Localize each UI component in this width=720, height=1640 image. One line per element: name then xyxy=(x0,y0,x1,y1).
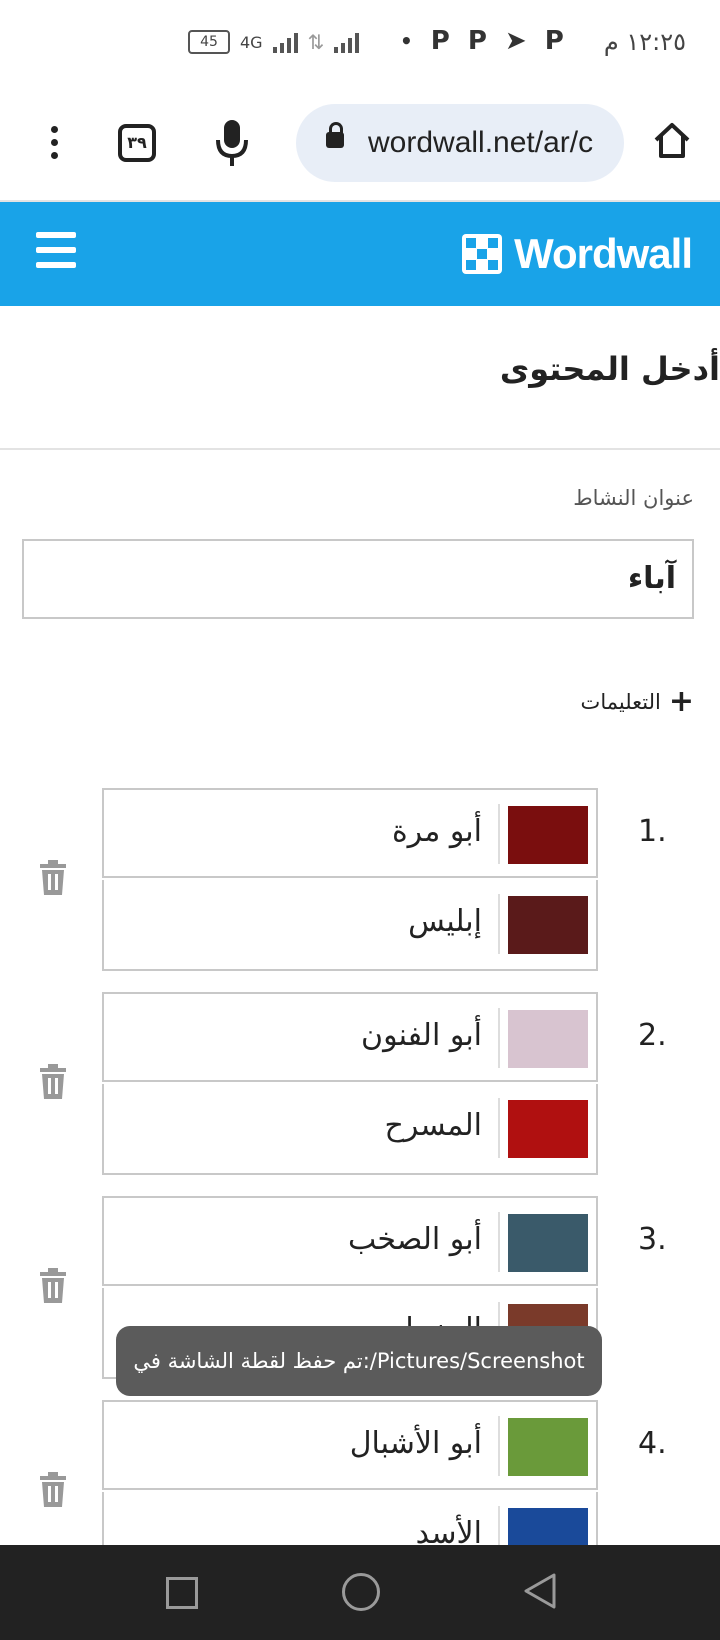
screenshot-toast: تم حفظ لقطة الشاشة في:/Pictures/Screensh… xyxy=(116,1326,602,1396)
item-number: 1. xyxy=(638,814,667,849)
url-text: wordwall.net/ar/c xyxy=(368,126,594,159)
wordwall-logo[interactable]: Wordwall xyxy=(462,230,693,278)
instructions-label: التعليمات xyxy=(580,689,661,714)
match-image[interactable] xyxy=(508,896,588,954)
keyword-image[interactable] xyxy=(508,1010,588,1068)
keyword-text: أبو الأشبال xyxy=(349,1426,482,1461)
keyword-field[interactable]: أبو الفنون xyxy=(102,992,598,1082)
telegram-icon: ➤ xyxy=(504,26,527,56)
back-button[interactable] xyxy=(522,1571,558,1611)
signal-icon-2 xyxy=(334,31,360,53)
data-arrows-icon: ⇅ xyxy=(307,30,325,54)
system-nav-bar xyxy=(0,1545,720,1640)
hamburger-menu-icon[interactable] xyxy=(36,232,76,272)
p-app-icon: P xyxy=(544,26,564,56)
page-title: أدخل المحتوى xyxy=(499,350,720,388)
recents-button[interactable] xyxy=(166,1577,198,1609)
plus-icon: + xyxy=(668,684,694,719)
home-icon[interactable] xyxy=(652,120,692,160)
match-text: إبليس xyxy=(408,904,482,939)
add-instructions-button[interactable]: + التعليمات xyxy=(581,684,694,719)
keyword-image[interactable] xyxy=(508,1214,588,1272)
trash-icon[interactable] xyxy=(38,1268,68,1304)
list-item: 1. أبو مرة إبليس xyxy=(0,788,720,971)
tabs-icon[interactable]: ٣٩ xyxy=(118,124,156,162)
signal-icon xyxy=(272,31,298,53)
lock-icon xyxy=(326,122,344,148)
keyword-image[interactable] xyxy=(508,806,588,864)
notification-icons: • P P ➤ P xyxy=(400,26,564,56)
home-button[interactable] xyxy=(342,1573,380,1611)
logo-text: Wordwall xyxy=(514,230,693,277)
battery-icon: 45 xyxy=(188,30,230,54)
keyword-text: أبو الصخب xyxy=(347,1222,482,1257)
keyword-field[interactable]: أبو الأشبال xyxy=(102,1400,598,1490)
trash-icon[interactable] xyxy=(38,860,68,896)
mic-icon[interactable] xyxy=(214,118,250,168)
keyword-field[interactable]: أبو مرة xyxy=(102,788,598,878)
trash-icon[interactable] xyxy=(38,1064,68,1100)
clock: ١٢:٢٥ م xyxy=(603,28,686,56)
system-indicators: 45 4G ⇅ xyxy=(188,30,360,54)
logo-grid-icon xyxy=(462,234,503,274)
network-type: 4G xyxy=(240,32,263,52)
item-number: 4. xyxy=(638,1426,667,1461)
activity-title-label: عنوان النشاط xyxy=(573,486,694,510)
browser-toolbar: ٣٩ wordwall.net/ar/c xyxy=(0,90,720,202)
p-app-icon: P xyxy=(430,26,450,56)
divider xyxy=(0,448,720,450)
match-field[interactable]: المسرح xyxy=(102,1084,598,1175)
site-header: Wordwall xyxy=(0,202,720,306)
address-bar[interactable]: wordwall.net/ar/c xyxy=(296,104,624,182)
match-image[interactable] xyxy=(508,1100,588,1158)
keyword-text: أبو مرة xyxy=(391,814,482,849)
list-item: 2. أبو الفنون المسرح xyxy=(0,992,720,1175)
item-number: 2. xyxy=(638,1018,667,1053)
dot-icon: • xyxy=(400,29,413,53)
p-app-icon: P xyxy=(467,26,487,56)
menu-dots-icon[interactable] xyxy=(40,122,68,162)
activity-title-input[interactable]: آباء xyxy=(22,539,694,619)
keyword-image[interactable] xyxy=(508,1418,588,1476)
match-text: المسرح xyxy=(384,1108,483,1143)
keyword-text: أبو الفنون xyxy=(361,1018,482,1053)
match-field[interactable]: إبليس xyxy=(102,880,598,971)
keyword-field[interactable]: أبو الصخب xyxy=(102,1196,598,1286)
status-bar: 45 4G ⇅ • P P ➤ P ١٢:٢٥ م xyxy=(0,0,720,90)
trash-icon[interactable] xyxy=(38,1472,68,1508)
item-number: 3. xyxy=(638,1222,667,1257)
